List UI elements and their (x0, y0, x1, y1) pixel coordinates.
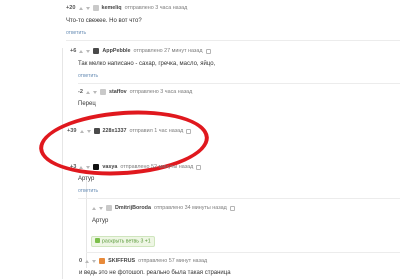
reply-link[interactable]: ответить (66, 30, 86, 36)
comment-text: и ведь это не фотошоп. реально была така… (79, 270, 231, 276)
downvote-icon[interactable] (92, 90, 97, 94)
avatar[interactable] (99, 89, 106, 95)
comment-header: 0 SKIFFRUS отправлено 57 минут назад (79, 258, 207, 264)
comment-author[interactable]: kemeliq (102, 5, 122, 11)
expand-thread-label: раскрыть ветвь 3 +1 (102, 238, 151, 245)
comment-author[interactable]: SKIFFRUS (108, 258, 135, 264)
comment-header: DmitrijBoroda отправлено 34 минуты назад (92, 205, 235, 211)
expand-thread-button[interactable]: раскрыть ветвь 3 +1 (91, 236, 155, 247)
comment-score: +3 (70, 164, 77, 170)
link-icon[interactable] (196, 164, 202, 170)
comment-header: +3 vasya отправлено 52 минуты назад (70, 164, 202, 170)
comment-header: -2 staffov отправлено 3 часа назад (78, 89, 192, 95)
avatar[interactable] (93, 48, 100, 54)
comment-header: +6 AppPebble отправлено 27 минут назад (70, 48, 211, 54)
comment-text: Что-то свежее. Но вот что? (66, 18, 142, 24)
avatar[interactable] (99, 258, 106, 264)
downvote-icon[interactable] (92, 259, 97, 263)
upvote-icon[interactable] (78, 6, 83, 10)
comment-text: Так мелко написано - сахар, гречка, масл… (78, 61, 216, 67)
comment-score: 0 (79, 258, 83, 264)
comment-time: отправлено 3 часа назад (129, 89, 193, 95)
comment-author[interactable]: vasya (102, 164, 117, 170)
comment-time: отправлено 3 часа назад (124, 5, 188, 11)
avatar[interactable] (92, 5, 99, 11)
downvote-icon[interactable] (86, 49, 91, 53)
upvote-icon[interactable] (79, 49, 84, 53)
plus-icon (95, 238, 100, 243)
comment-text: Артур (92, 218, 109, 224)
comment-author[interactable]: staffov (109, 89, 127, 95)
divider (86, 252, 400, 253)
reply-link[interactable]: ответить (78, 188, 98, 194)
comment-score: +6 (70, 48, 77, 54)
link-icon[interactable] (229, 205, 235, 211)
comment-score: -2 (78, 89, 83, 95)
avatar[interactable] (93, 164, 100, 170)
upvote-icon[interactable] (85, 90, 90, 94)
comment-time: отправлено 27 минут назад (133, 48, 203, 54)
avatar[interactable] (106, 205, 112, 211)
upvote-icon[interactable] (79, 165, 84, 169)
comment-time: отправлено 57 минут назад (138, 258, 208, 264)
comment-author[interactable]: DmitrijBoroda (115, 205, 151, 211)
reply-link[interactable]: ответить (78, 73, 98, 79)
divider (78, 198, 400, 199)
link-icon[interactable] (205, 48, 211, 54)
downvote-icon[interactable] (99, 206, 103, 210)
comment-time: отправлено 52 минуты назад (120, 164, 194, 170)
comment-text: Артур (78, 176, 95, 182)
downvote-icon[interactable] (85, 6, 90, 10)
comment-time: отправлено 34 минуты назад (153, 205, 227, 211)
comment-header: +20 kemeliq отправлено 3 часа назад (66, 5, 187, 11)
upvote-icon[interactable] (85, 259, 90, 263)
divider (66, 40, 400, 41)
divider (78, 83, 400, 84)
comment-author[interactable]: AppPebble (102, 48, 130, 54)
downvote-icon[interactable] (86, 165, 91, 169)
upvote-icon[interactable] (92, 206, 96, 210)
comment-score: +20 (66, 5, 76, 11)
comment-text: Перец (78, 101, 96, 107)
